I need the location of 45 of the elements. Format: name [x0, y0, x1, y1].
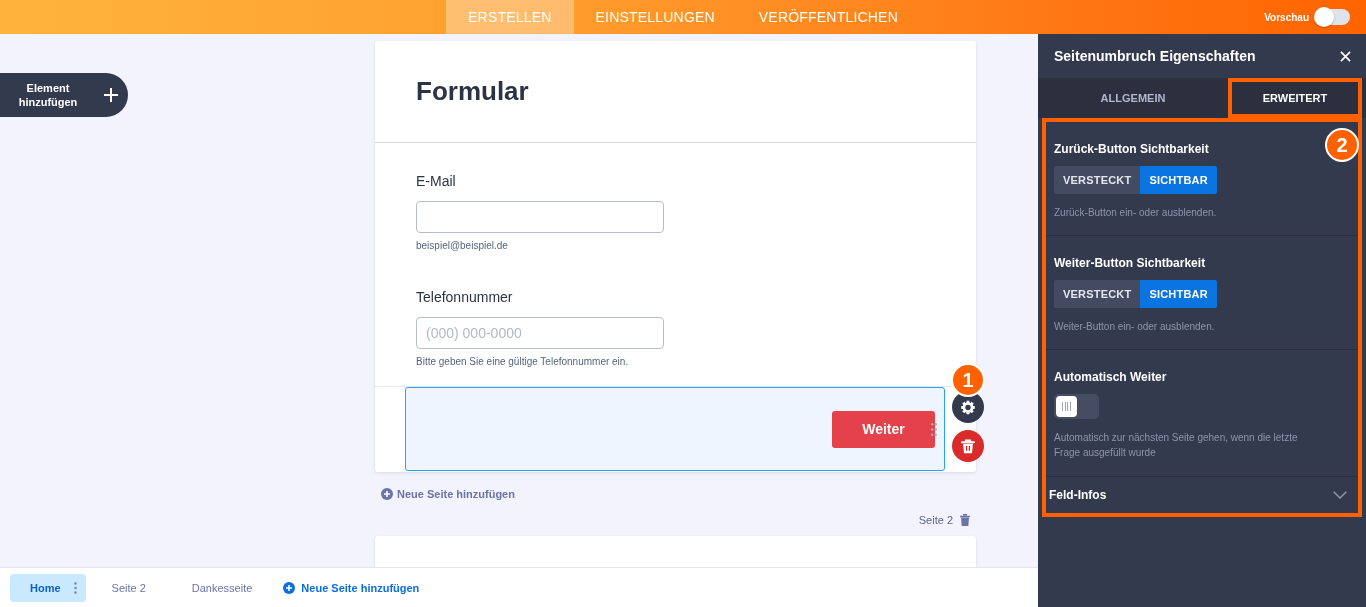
input-field[interactable]	[416, 201, 664, 233]
trash-icon[interactable]	[960, 514, 970, 526]
plus-circle-icon	[283, 581, 296, 594]
collapsible-header[interactable]: Feld-Infos	[1046, 477, 1358, 513]
field-label: E-Mail	[416, 173, 456, 190]
close-icon[interactable]	[1340, 50, 1351, 62]
preview-toggle[interactable]	[1315, 9, 1350, 25]
plus-circle-icon	[381, 488, 393, 500]
delete-button[interactable]	[952, 430, 984, 462]
page-tab[interactable]: Home	[10, 573, 86, 602]
add-page-link[interactable]: Neue Seite hinzufügen	[381, 488, 515, 500]
add-element-button[interactable]: Element hinzufügen	[0, 73, 128, 117]
plus-icon	[104, 88, 118, 102]
callout-badge: 1	[951, 363, 985, 397]
page-break-block[interactable]: Weiter	[405, 387, 945, 471]
segment-option[interactable]: SICHTBAR	[1140, 166, 1217, 194]
gear-icon	[961, 399, 975, 415]
panel-tab[interactable]: ERWEITERT	[1228, 78, 1362, 118]
preview-label: Vorschau	[1264, 11, 1309, 23]
panel-title: Seitenumbruch Eigenschaften	[1054, 48, 1256, 64]
page-tab[interactable]: Dankesseite	[171, 573, 273, 602]
form-title: Formular	[416, 76, 529, 107]
drag-handle-icon[interactable]	[931, 423, 937, 436]
kebab-icon[interactable]	[73, 581, 77, 594]
field-hint: Bitte geben Sie eine gültige Telefonnummer ein.	[416, 356, 629, 368]
setting-title: Automatisch Weiter	[1054, 370, 1167, 384]
setting-title: Weiter-Button Sichtbarkeit	[1054, 256, 1206, 270]
setting-title: Zurück-Button Sichtbarkeit	[1054, 142, 1209, 156]
setting-description: Automatisch zur nächsten Seite gehen, wenn die letzte Frage ausgefüllt wurde	[1054, 431, 1299, 460]
page-label: Seite 2	[918, 514, 953, 526]
segment-option[interactable]: VERSTECKT	[1054, 166, 1141, 194]
segment-option[interactable]: SICHTBAR	[1140, 280, 1217, 308]
segment-option[interactable]: VERSTECKT	[1054, 280, 1141, 308]
add-page-link[interactable]: Neue Seite hinzufügen	[283, 581, 420, 594]
page-tab[interactable]: Seite 2	[91, 573, 166, 602]
toggle-switch[interactable]	[1054, 394, 1099, 419]
input-field[interactable]: (000) 000-0000	[416, 317, 664, 349]
setting-description: Weiter-Button ein- oder ausblenden.	[1054, 320, 1215, 334]
chevron-icon	[1333, 491, 1347, 499]
callout-badge: 2	[1325, 128, 1359, 162]
trash-icon	[961, 438, 975, 454]
setting-description: Zurück-Button ein- oder ausblenden.	[1054, 206, 1217, 220]
field-label: Telefonnummer	[416, 289, 513, 306]
field-hint: beispiel@beispiel.de	[416, 240, 508, 252]
next-button[interactable]: Weiter	[832, 410, 935, 448]
